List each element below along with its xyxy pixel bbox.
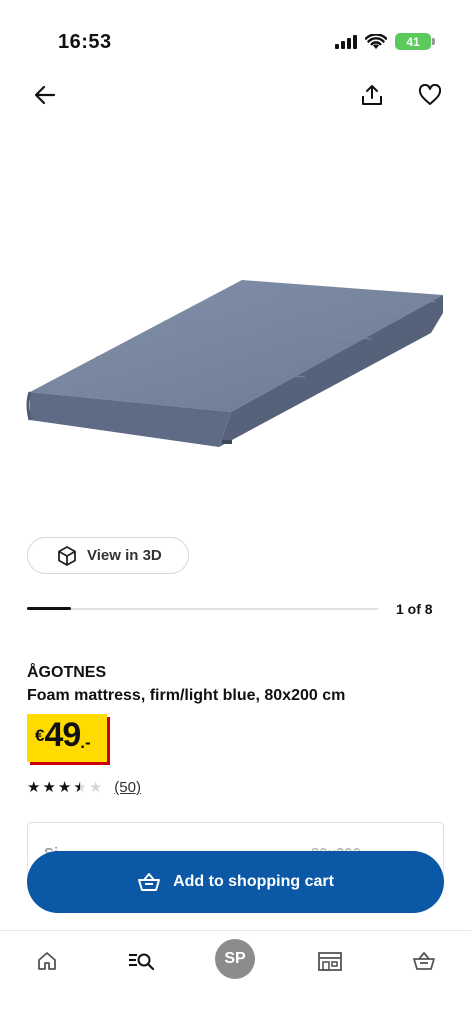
status-bar: 16:53 41	[0, 0, 471, 70]
rating-count-link[interactable]: (50)	[114, 779, 141, 796]
star-icon: ★	[42, 779, 56, 796]
product-description: Foam mattress, firm/light blue, 80x200 c…	[27, 687, 346, 704]
price-suffix: .-	[80, 733, 91, 752]
price-tag: € 49 .-	[27, 714, 107, 762]
arrow-left-icon	[34, 85, 56, 105]
star-half-icon: ★	[73, 779, 87, 796]
product-name: ÅGOTNES	[27, 664, 107, 681]
price-currency: €	[35, 726, 45, 745]
wifi-icon	[365, 33, 387, 49]
nav-search[interactable]	[121, 943, 161, 979]
nav-cart[interactable]	[404, 943, 444, 979]
share-icon	[362, 85, 382, 105]
nav-stores[interactable]	[310, 943, 350, 979]
basket-icon	[138, 873, 161, 891]
status-icons: 41	[335, 33, 435, 50]
home-icon	[38, 952, 56, 970]
basket-icon	[413, 952, 435, 970]
heart-icon	[418, 84, 442, 105]
rating[interactable]: ★ ★ ★ ★ ★ (50)	[27, 779, 141, 796]
product-image[interactable]	[0, 150, 471, 520]
view-in-3d-label: View in 3D	[87, 547, 162, 564]
cellular-signal-icon	[335, 34, 357, 49]
favorite-button[interactable]	[412, 77, 448, 113]
view-in-3d-button[interactable]: View in 3D	[27, 537, 189, 574]
price-value: 49	[44, 716, 81, 754]
back-button[interactable]	[27, 77, 63, 113]
cube-icon	[58, 545, 76, 566]
battery-level: 41	[406, 34, 420, 49]
star-icon: ★	[57, 779, 72, 796]
add-to-cart-label: Add to shopping cart	[173, 873, 334, 890]
image-pager-count: 1 of 8	[396, 601, 433, 617]
nav-profile-avatar[interactable]: SP	[215, 939, 255, 979]
star-icon: ★	[27, 779, 41, 796]
add-to-cart-button[interactable]: Add to shopping cart	[27, 851, 444, 913]
store-icon	[318, 952, 342, 971]
image-pager-progress	[27, 607, 71, 610]
share-button[interactable]	[354, 77, 390, 113]
bottom-nav: SP	[0, 930, 471, 1024]
battery-icon: 41	[395, 33, 435, 50]
nav-home[interactable]	[27, 943, 67, 979]
star-empty-icon: ★	[88, 779, 103, 796]
image-pager-track	[27, 607, 378, 610]
status-time: 16:53	[58, 31, 112, 53]
search-menu-icon	[129, 953, 155, 971]
